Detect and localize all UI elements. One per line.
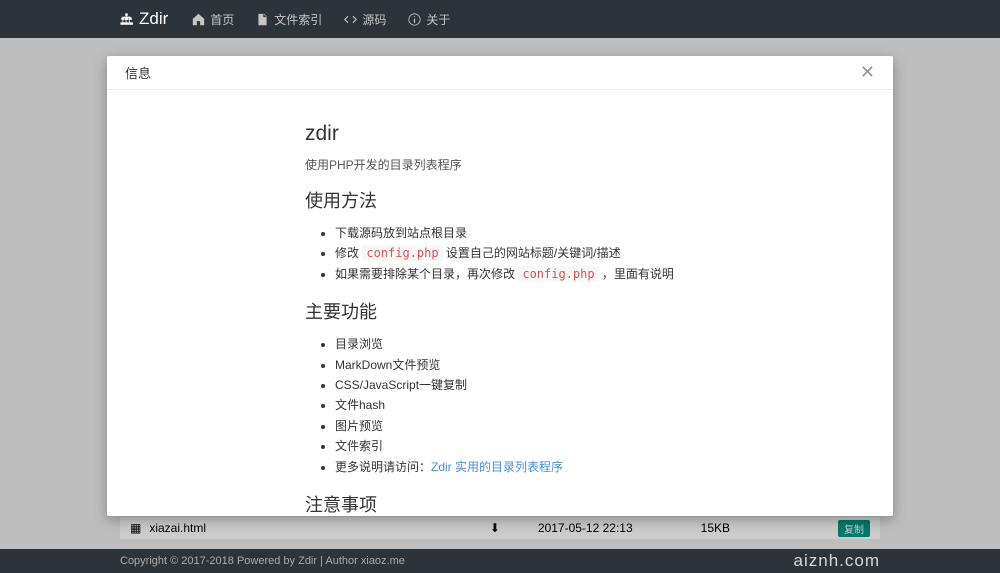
content-h1: zdir bbox=[305, 122, 695, 146]
watermark: aiznh.com bbox=[794, 551, 880, 571]
list-item: 文件索引 bbox=[335, 436, 695, 456]
copyright: Copyright © 2017-2018 Powered by Zdir | … bbox=[120, 555, 405, 567]
sitemap-icon bbox=[120, 13, 133, 26]
content-sub: 使用PHP开发的目录列表程序 bbox=[305, 156, 695, 173]
nav-source[interactable]: 源码 bbox=[344, 11, 386, 28]
usage-list: 下载源码放到站点根目录 修改 config.php 设置自己的网站标题/关键词/… bbox=[335, 223, 695, 284]
list-item: 文件hash bbox=[335, 395, 695, 415]
list-item: 修改 config.php 设置自己的网站标题/关键词/描述 bbox=[335, 243, 695, 263]
list-item: CSS/JavaScript一键复制 bbox=[335, 375, 695, 395]
list-item: 更多说明请访问：Zdir 实用的目录列表程序 bbox=[335, 457, 695, 477]
brand-text: Zdir bbox=[139, 9, 168, 29]
list-item: 下载源码放到站点根目录 bbox=[335, 223, 695, 243]
nav-home[interactable]: 首页 bbox=[192, 11, 234, 28]
list-item: 目录浏览 bbox=[335, 334, 695, 354]
file-icon bbox=[256, 13, 269, 26]
footer: Copyright © 2017-2018 Powered by Zdir | … bbox=[0, 549, 1000, 573]
modal-overlay: 信息 ✕ zdir 使用PHP开发的目录列表程序 使用方法 下载源码放到站点根目… bbox=[0, 38, 1000, 549]
more-link[interactable]: Zdir 实用的目录列表程序 bbox=[431, 460, 563, 474]
notice-heading: 注意事项 bbox=[305, 491, 695, 516]
info-icon bbox=[408, 13, 421, 26]
features-heading: 主要功能 bbox=[305, 298, 695, 324]
nav-file-index[interactable]: 文件索引 bbox=[256, 11, 322, 28]
modal-header: 信息 ✕ bbox=[107, 56, 893, 90]
list-item: 如果需要排除某个目录，再次修改 config.php ，里面有说明 bbox=[335, 264, 695, 284]
home-icon bbox=[192, 13, 205, 26]
usage-heading: 使用方法 bbox=[305, 187, 695, 213]
modal-body[interactable]: zdir 使用PHP开发的目录列表程序 使用方法 下载源码放到站点根目录 修改 … bbox=[107, 90, 893, 516]
navbar: Zdir 首页 文件索引 源码 关于 bbox=[0, 0, 1000, 38]
features-list: 目录浏览 MarkDown文件预览 CSS/JavaScript一键复制 文件h… bbox=[335, 334, 695, 477]
nav-about[interactable]: 关于 bbox=[408, 11, 450, 28]
list-item: 图片预览 bbox=[335, 416, 695, 436]
readme-content: zdir 使用PHP开发的目录列表程序 使用方法 下载源码放到站点根目录 修改 … bbox=[125, 90, 875, 516]
modal: 信息 ✕ zdir 使用PHP开发的目录列表程序 使用方法 下载源码放到站点根目… bbox=[107, 56, 893, 516]
list-item: MarkDown文件预览 bbox=[335, 355, 695, 375]
code-icon bbox=[344, 13, 357, 26]
close-icon[interactable]: ✕ bbox=[860, 62, 875, 83]
modal-title: 信息 bbox=[125, 63, 151, 82]
brand[interactable]: Zdir bbox=[120, 9, 168, 29]
